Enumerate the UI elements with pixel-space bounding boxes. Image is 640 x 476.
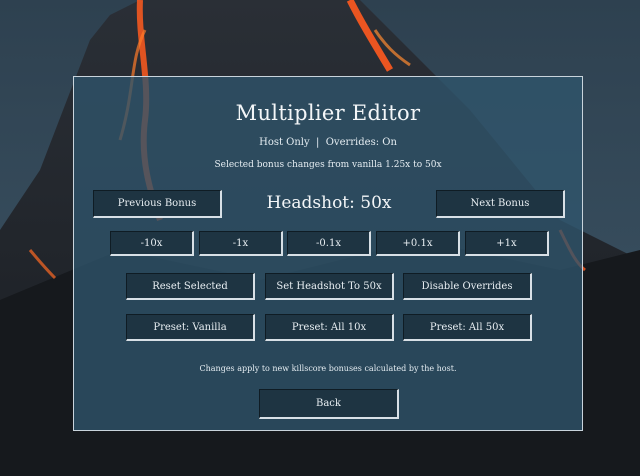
editor-title: Multiplier Editor xyxy=(235,101,421,125)
footer-note: Changes apply to new killscore bonuses c… xyxy=(199,364,457,373)
step-minus-1x-button[interactable]: -1x xyxy=(199,231,283,256)
bonus-range-info: Selected bonus changes from vanilla 1.25… xyxy=(214,160,442,170)
previous-bonus-button[interactable]: Previous Bonus xyxy=(93,190,222,218)
reset-selected-button[interactable]: Reset Selected xyxy=(126,273,255,300)
next-bonus-button[interactable]: Next Bonus xyxy=(436,190,565,218)
disable-overrides-button[interactable]: Disable Overrides xyxy=(403,273,532,300)
host-status-text: Host Only | Overrides: On xyxy=(259,137,397,148)
preset-vanilla-button[interactable]: Preset: Vanilla xyxy=(126,314,255,341)
preset-all-10x-button[interactable]: Preset: All 10x xyxy=(265,314,394,341)
set-headshot-button[interactable]: Set Headshot To 50x xyxy=(265,273,394,300)
selected-bonus-label: Headshot: 50x xyxy=(266,193,392,213)
multiplier-editor-panel: Multiplier Editor Host Only | Overrides:… xyxy=(73,76,583,431)
step-minus-0-1x-button[interactable]: -0.1x xyxy=(287,231,371,256)
step-plus-1x-button[interactable]: +1x xyxy=(465,231,549,256)
back-button[interactable]: Back xyxy=(259,389,399,419)
preset-all-50x-button[interactable]: Preset: All 50x xyxy=(403,314,532,341)
step-plus-0-1x-button[interactable]: +0.1x xyxy=(376,231,460,256)
step-minus-10x-button[interactable]: -10x xyxy=(110,231,194,256)
